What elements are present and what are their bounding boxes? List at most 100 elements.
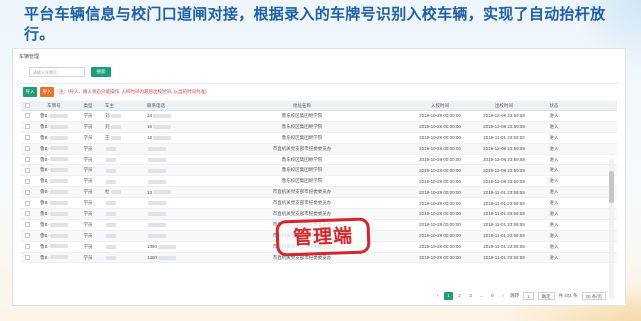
cell-plate-text: 鲁B· [40, 210, 49, 216]
search-button[interactable]: 搜索 [91, 67, 111, 77]
col-plate[interactable]: 车牌号 [33, 103, 75, 109]
cell-plate-text: 鲁B· [40, 134, 49, 140]
cell-exit-time: 2019-11-01 23:59:59 [471, 211, 537, 216]
cell-owner [101, 233, 143, 239]
table-row[interactable]: 鲁B· 学员 市直机关党支部市纪委委员办 2019-10-28 00:00:00 201… [21, 143, 617, 155]
col-owner[interactable]: 车主 [101, 103, 143, 109]
cell-type-text: 学员 [83, 123, 93, 129]
page-button-1[interactable]: 1 [444, 292, 453, 300]
row-checkbox[interactable] [21, 233, 33, 239]
col-phone[interactable]: 联系电话 [143, 103, 195, 109]
scrollbar[interactable] [609, 159, 614, 299]
page-size-select[interactable]: 20 条/页 [581, 292, 607, 300]
table-row[interactable]: 鲁B· 学员 杜 13 市直机关党支部市纪委委员办 2019-10-28 00:00:00… [21, 187, 617, 199]
cell-type: 学员 [75, 189, 101, 195]
next-page-button[interactable]: › [499, 292, 508, 300]
cell-type-text: 学员 [83, 200, 93, 206]
cell-address: 鲁东校区集团继学院 [195, 135, 409, 141]
row-checkbox[interactable] [21, 146, 33, 152]
cell-status: 进入 [537, 189, 571, 195]
table-row[interactable]: 鲁B· 学员 王 18 鲁东校区集团继学院 2019-10-28 00:00:00 2019… [21, 133, 617, 144]
row-checkbox[interactable] [21, 244, 33, 250]
cell-address: 鲁东校区集团继学院 [195, 178, 409, 184]
search-input[interactable]: 请输入车牌号 [29, 67, 85, 77]
prev-page-button[interactable]: ‹ [433, 292, 442, 300]
cell-plate-text: 鲁B· [40, 221, 49, 227]
page-button-3[interactable]: 3 [466, 292, 475, 300]
table-row[interactable]: 鲁B· 学员 刘 18 鲁东校区集团继学院 2019-10-28 00:00:00 2019… [21, 111, 617, 122]
row-checkbox[interactable] [21, 157, 33, 162]
table-row[interactable]: 鲁B· 学员 鲁东校区集团继学院 2019-10-28 00:00:00 2019-12… [21, 155, 617, 166]
cell-status: 进入 [537, 157, 571, 163]
redacted-blur [148, 234, 166, 239]
row-checkbox[interactable] [21, 113, 33, 119]
cell-exit-time-text: 2019-11-01 23:59:59 [483, 244, 525, 250]
cell-type: 学员 [75, 222, 101, 228]
cell-entry-time-text: 2019-10-28 00:00:00 [419, 189, 461, 195]
cell-type-text: 学员 [83, 178, 93, 184]
col-address[interactable]: 地址名称 [195, 103, 409, 109]
col-entry-time[interactable]: 入校时间 [409, 103, 471, 109]
row-checkbox[interactable] [21, 200, 33, 206]
select-all-checkbox[interactable] [21, 103, 33, 108]
redacted-blur [148, 179, 166, 184]
table-row[interactable]: 鲁B· 学员 刘 16 鲁东校区集团继学院 2019-10-28 00:00:00 2019… [21, 121, 617, 133]
cell-exit-time: 2019-12-08 23:59:59 [471, 168, 537, 173]
cell-entry-time-text: 2019-10-28 00:00:00 [419, 113, 461, 119]
cell-plate-text: 鲁B· [40, 232, 49, 238]
col-status[interactable]: 状态 [537, 103, 571, 109]
cell-status-text: 进入 [549, 178, 559, 184]
redacted-blur [106, 244, 116, 249]
import-alt-button[interactable]: 导入 [40, 87, 54, 97]
table-row[interactable]: 鲁B· 学员 市直机关党支部市纪委委员办 2019-10-28 00:00:00 201… [21, 198, 617, 210]
redacted-blur [106, 168, 116, 173]
row-checkbox[interactable] [21, 222, 33, 228]
row-checkbox[interactable] [21, 135, 33, 141]
cell-plate-text: 鲁B· [40, 145, 49, 151]
cell-plate-text: 鲁B· [40, 178, 49, 184]
row-checkbox[interactable] [21, 124, 33, 130]
cell-status: 进入 [537, 124, 571, 130]
table-row[interactable]: 鲁B· 学员 鲁东校区集团继学院 2019-10-28 00:00:00 2019-12… [21, 176, 617, 188]
cell-address-text: 鲁东校区集团继学院 [281, 167, 323, 173]
row-checkbox[interactable] [21, 178, 33, 184]
col-type[interactable]: 类型 [75, 103, 101, 109]
row-checkbox[interactable] [21, 189, 33, 195]
cell-exit-time: 2019-11-01 23:59:59 [471, 255, 537, 260]
row-checkbox[interactable] [21, 211, 33, 217]
cell-address-text: 鲁东校区集团继学院 [281, 134, 323, 140]
row-checkbox[interactable] [21, 167, 33, 173]
cell-entry-time: 2019-10-28 00:00:00 [409, 244, 471, 249]
cell-entry-time: 2019-10-28 00:00:00 [409, 179, 471, 184]
cell-entry-time-text: 2019-10-28 00:00:00 [419, 167, 461, 173]
cell-plate: 鲁B· [33, 135, 75, 141]
page-button-9[interactable]: 9 [488, 292, 497, 300]
cell-address: 市直机关党支部市纪委委员办 [195, 189, 409, 195]
cell-address-text: 市直机关党支部市纪委委员办 [272, 145, 332, 151]
cell-status-text: 进入 [549, 189, 559, 195]
cell-entry-time-text: 2019-10-28 00:00:00 [419, 200, 461, 206]
confirm-page-button[interactable]: 确定 [537, 292, 555, 300]
page-button-2[interactable]: 2 [455, 292, 464, 300]
cell-type-text: 学员 [83, 145, 93, 151]
cell-type: 学员 [75, 135, 101, 141]
cell-exit-time: 2019-12-08 23:59:59 [471, 113, 537, 118]
cell-exit-time: 2019-11-01 23:59:59 [471, 244, 537, 249]
total-count: 共 401 条 [558, 293, 578, 298]
cell-exit-time-text: 2019-11-01 23:59:59 [483, 222, 525, 228]
redacted-blur [50, 146, 68, 151]
import-button[interactable]: 导入 [23, 87, 37, 97]
cell-entry-time: 2019-10-28 00:00:00 [409, 211, 471, 216]
cell-owner [101, 179, 143, 184]
vehicle-management-panel: 车辆管理 请输入车牌号 搜索 导入 导入 注：(导入、搬入状态只能操作, 入校时… [12, 48, 626, 306]
table-row[interactable]: 鲁B· 学员 鲁东校区集团继学院 2019-10-28 00:00:00 2019-12… [21, 165, 617, 177]
col-exit-time[interactable]: 出校时间 [471, 103, 537, 109]
cell-status-text: 进入 [549, 134, 559, 140]
redacted-blur [153, 190, 172, 195]
cell-type: 学员 [75, 211, 101, 217]
divider [19, 83, 619, 84]
row-checkbox[interactable] [21, 255, 33, 261]
cell-owner [101, 146, 143, 151]
cell-plate: 鲁B· [33, 124, 75, 130]
page-number-input[interactable]: 1 [523, 292, 534, 300]
